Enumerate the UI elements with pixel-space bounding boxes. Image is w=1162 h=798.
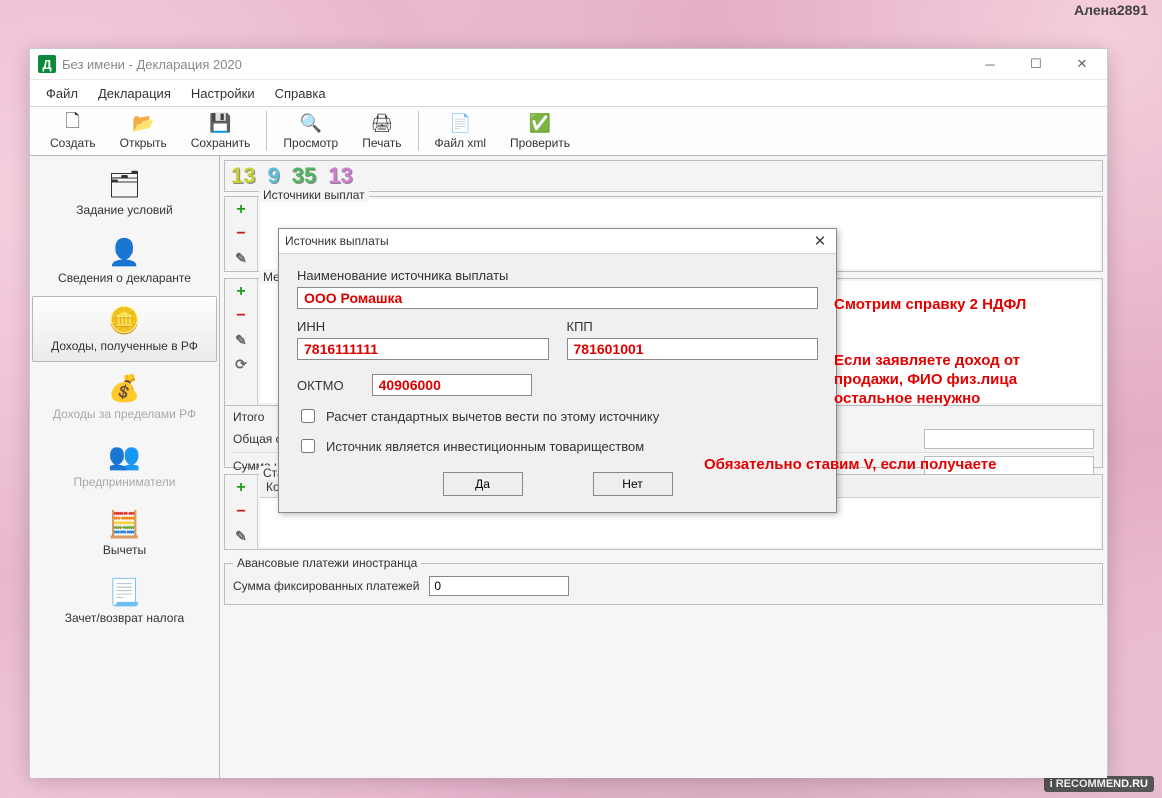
annotation-2: Если заявляете доход от продажи, ФИО физ… (834, 352, 1054, 408)
kpp-label: КПП (567, 319, 819, 334)
menu-settings[interactable]: Настройки (183, 83, 263, 104)
name-input[interactable] (297, 287, 818, 309)
menu-help[interactable]: Справка (267, 83, 334, 104)
folder-open-icon: 📂 (132, 113, 154, 135)
app-icon: Д (38, 55, 56, 73)
toolbar-save[interactable]: 💾Сохранить (179, 111, 263, 152)
sidebar-income-rf[interactable]: 🪙Доходы, полученные в РФ (32, 296, 217, 362)
minimize-button[interactable]: ─ (967, 49, 1013, 79)
chk-standard-box[interactable] (301, 409, 315, 423)
preview-icon: 🔍 (300, 113, 322, 135)
sources-remove[interactable]: − (232, 225, 250, 243)
person-icon: 👤 (107, 235, 143, 269)
oktmo-label: ОКТМО (297, 378, 344, 393)
check-icon: ✅ (529, 113, 551, 135)
maximize-button[interactable]: ☐ (1013, 49, 1059, 79)
sidebar-deductions[interactable]: 🧮Вычеты (32, 500, 217, 566)
deductions-add[interactable]: + (232, 479, 250, 497)
toolbar-print[interactable]: 🖨Печать (350, 111, 413, 152)
oktmo-input[interactable] (372, 374, 532, 396)
print-icon: 🖨 (371, 113, 393, 135)
annotation-3: Обязательно ставим V, если получаете (704, 456, 1044, 475)
dialog-title: Источник выплаты (285, 234, 810, 248)
sources-title: Источники выплат (259, 188, 369, 202)
inn-label: ИНН (297, 319, 549, 334)
advance-value[interactable] (429, 576, 569, 596)
dialog-cancel[interactable]: Нет (593, 472, 673, 496)
sidebar: 🗂Задание условий 👤Сведения о декларанте … (30, 156, 220, 778)
advance-group: Авансовые платежи иностранца Сумма фикси… (224, 556, 1103, 605)
titlebar: Д Без имени - Декларация 2020 ─ ☐ ✕ (30, 49, 1107, 80)
deductions-edit[interactable]: ✎ (232, 527, 250, 545)
page-username: Алена2891 (1074, 2, 1148, 18)
inn-input[interactable] (297, 338, 549, 360)
tab-13b[interactable]: 13 (328, 163, 352, 189)
menu-file[interactable]: Файл (38, 83, 86, 104)
sidebar-declarant[interactable]: 👤Сведения о декларанте (32, 228, 217, 294)
sources-add[interactable]: + (232, 201, 250, 219)
document-icon: 📃 (107, 575, 143, 609)
chk-investment-box[interactable] (301, 439, 315, 453)
chk-investment[interactable]: Источник является инвестиционным товарищ… (297, 436, 818, 456)
file-new-icon: 🗋 (62, 113, 84, 135)
total-income-value[interactable] (924, 429, 1094, 449)
deductions-remove[interactable]: − (232, 503, 250, 521)
sidebar-conditions[interactable]: 🗂Задание условий (32, 160, 217, 226)
conditions-icon: 🗂 (107, 167, 143, 201)
menubar: Файл Декларация Настройки Справка (30, 80, 1107, 107)
save-icon: 💾 (210, 113, 232, 135)
toolbar-preview[interactable]: 🔍Просмотр (271, 111, 350, 152)
people-icon: 👥 (107, 439, 143, 473)
kpp-input[interactable] (567, 338, 819, 360)
close-button[interactable]: ✕ (1059, 49, 1105, 79)
annotation-1: Смотрим справку 2 НДФЛ (834, 296, 1044, 315)
advance-label: Сумма фиксированных платежей (233, 579, 419, 593)
window-title: Без имени - Декларация 2020 (62, 57, 967, 72)
sidebar-refund[interactable]: 📃Зачет/возврат налога (32, 568, 217, 634)
months-remove[interactable]: − (232, 307, 250, 325)
months-repeat[interactable]: ⟳ (232, 355, 250, 373)
toolbar: 🗋Создать 📂Открыть 💾Сохранить 🔍Просмотр 🖨… (30, 107, 1107, 156)
calculator-icon: 🧮 (107, 507, 143, 541)
advance-title: Авансовые платежи иностранца (233, 556, 421, 570)
coins-icon: 🪙 (107, 303, 143, 337)
toolbar-xml[interactable]: 📄Файл xml (423, 111, 499, 152)
watermark-badge: i RECOMMEND.RU (1044, 776, 1154, 792)
months-add[interactable]: + (232, 283, 250, 301)
tab-35[interactable]: 35 (292, 163, 316, 189)
chk-standard[interactable]: Расчет стандартных вычетов вести по этом… (297, 406, 818, 426)
tab-13a[interactable]: 13 (231, 163, 255, 189)
xml-icon: 📄 (449, 113, 471, 135)
toolbar-open[interactable]: 📂Открыть (108, 111, 179, 152)
sidebar-entrepreneurs[interactable]: 👥Предприниматели (32, 432, 217, 498)
menu-declaration[interactable]: Декларация (90, 83, 179, 104)
months-edit[interactable]: ✎ (232, 331, 250, 349)
toolbar-create[interactable]: 🗋Создать (38, 111, 108, 152)
dialog-close[interactable]: ✕ (810, 232, 830, 250)
name-label: Наименование источника выплаты (297, 268, 818, 283)
tab-9[interactable]: 9 (267, 163, 279, 189)
toolbar-check[interactable]: ✅Проверить (498, 111, 582, 152)
sources-edit[interactable]: ✎ (232, 249, 250, 267)
moneybag-icon: 💰 (107, 371, 143, 405)
sidebar-income-abroad[interactable]: 💰Доходы за пределами РФ (32, 364, 217, 430)
dialog-ok[interactable]: Да (443, 472, 523, 496)
